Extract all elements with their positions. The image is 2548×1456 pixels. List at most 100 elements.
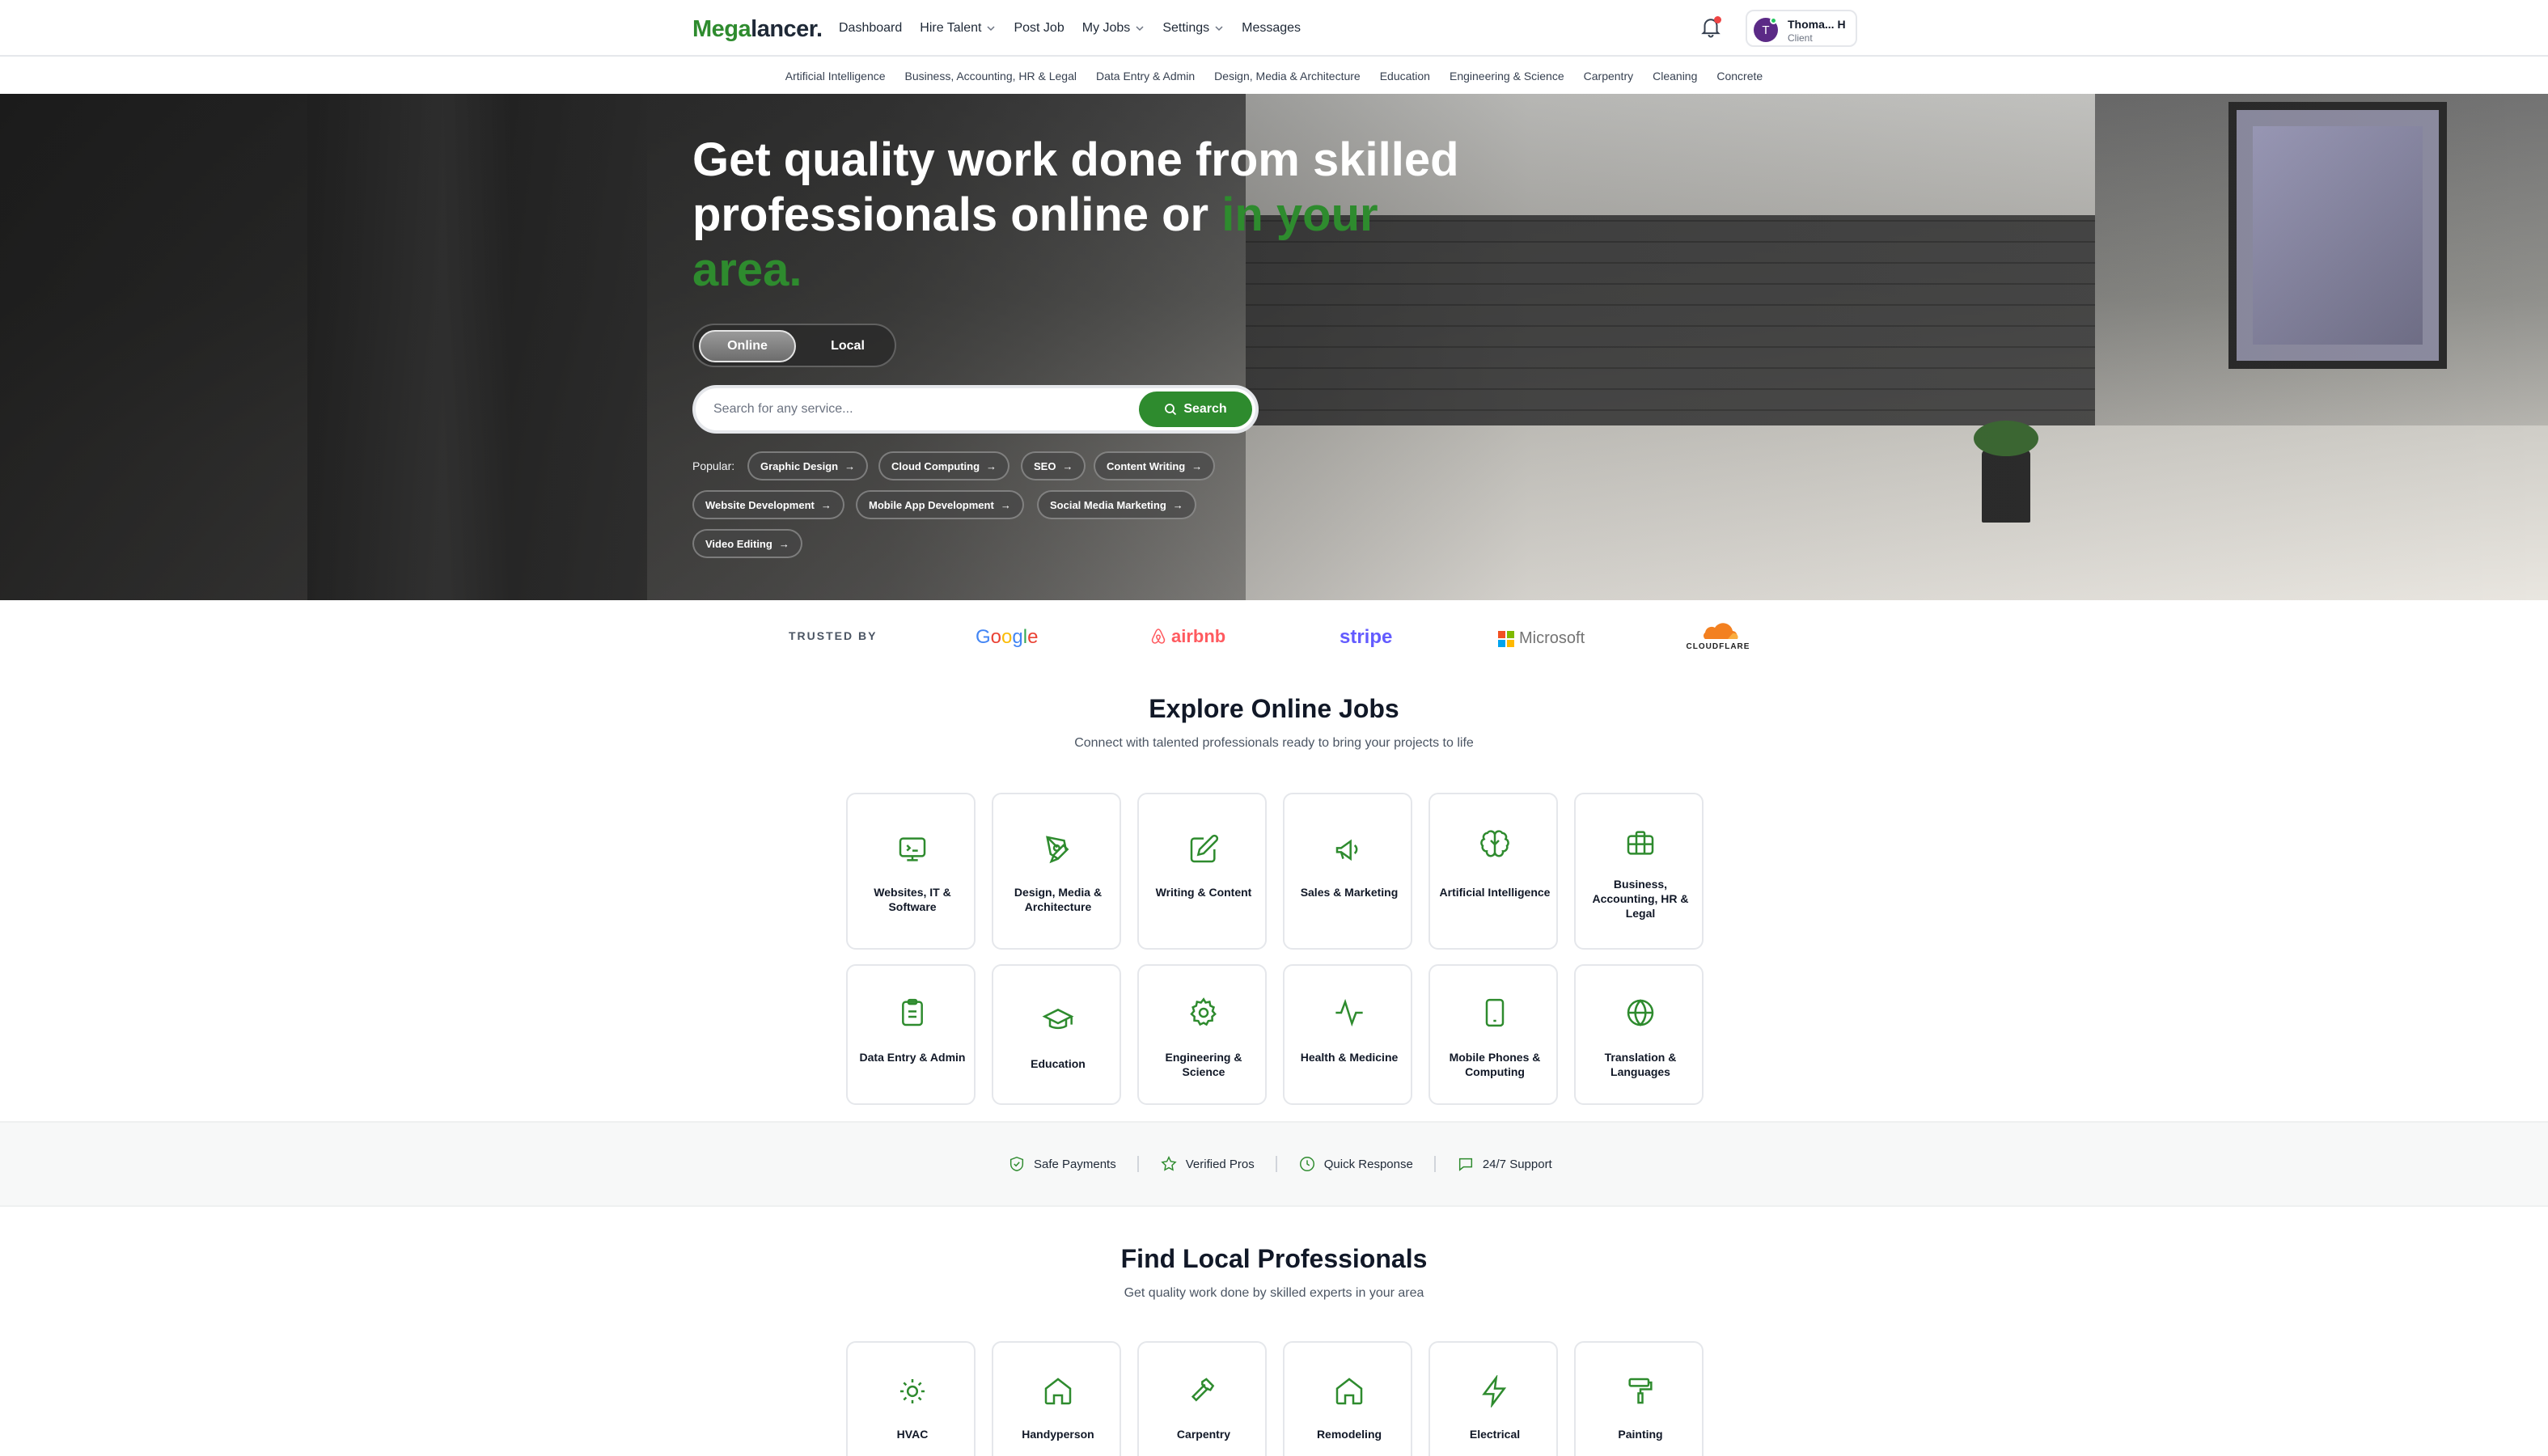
trusted-by-label: TRUSTED BY [789, 629, 878, 642]
arrow-right-icon: → [986, 459, 997, 472]
search-button[interactable]: Search [1139, 392, 1252, 427]
divider [1433, 1156, 1436, 1172]
nav-messages[interactable]: Messages [1242, 19, 1301, 37]
chevron-down-icon [1136, 26, 1144, 32]
job-category-card[interactable]: Writing & Content [1137, 793, 1267, 950]
nav-post-job[interactable]: Post Job [1014, 19, 1064, 37]
online-jobs-title: Explore Online Jobs [1149, 694, 1399, 723]
top-navbar: Megalancer. Dashboard Hire Talent Post J… [0, 0, 2548, 57]
gear-icon [1190, 997, 1217, 1026]
brand-name-part1: Mega [692, 16, 751, 42]
arrow-right-icon: → [820, 498, 832, 511]
arrow-right-icon: → [1000, 498, 1011, 511]
job-category-card[interactable]: Business, Accounting, HR & Legal [1574, 793, 1704, 950]
local-pro-card[interactable]: Handyperson [992, 1341, 1121, 1456]
stripe-logo: stripe [1340, 626, 1393, 648]
service-search: Search [692, 385, 1259, 434]
notifications-button[interactable] [1699, 15, 1723, 39]
nav-my-jobs[interactable]: My Jobs [1082, 19, 1145, 37]
google-logo: Google [976, 626, 1039, 648]
brand-logo[interactable]: Megalancer. [692, 16, 823, 43]
globe-icon [1627, 999, 1654, 1026]
popular-label: Popular: [692, 459, 735, 472]
local-pro-card[interactable]: Painting [1574, 1341, 1704, 1456]
nav-dashboard[interactable]: Dashboard [839, 19, 902, 37]
megaphone-icon [1335, 839, 1358, 861]
popular-tag[interactable]: Mobile App Development → [856, 490, 1024, 519]
smartphone-icon [1485, 998, 1505, 1027]
pen-tool-icon [1046, 836, 1069, 864]
local-pro-card[interactable]: Remodeling [1283, 1341, 1412, 1456]
home-icon [1335, 1378, 1363, 1405]
popular-tag[interactable]: Video Editing → [692, 529, 802, 558]
star-icon [1161, 1156, 1177, 1171]
job-category-card[interactable]: Health & Medicine [1283, 964, 1412, 1105]
local-pro-card[interactable]: Carpentry [1137, 1341, 1267, 1456]
divider [1136, 1156, 1139, 1172]
category-link[interactable]: Business, Accounting, HR & Legal [905, 70, 1077, 83]
trust-features-strip: Safe Payments Verified Pros Quick Respon… [0, 1121, 2548, 1207]
pulse-icon [1335, 998, 1363, 1027]
google-logo-letter: G [976, 626, 991, 648]
mode-toggle: Online Local [692, 324, 896, 367]
job-category-card[interactable]: Mobile Phones & Computing [1428, 964, 1558, 1105]
divider [1275, 1156, 1277, 1172]
trust-feature: Verified Pros [1160, 1155, 1255, 1173]
job-category-card[interactable]: Sales & Marketing [1283, 793, 1412, 950]
pencil-square-icon [1190, 834, 1219, 863]
popular-tag[interactable]: Social Media Marketing → [1037, 490, 1196, 519]
arrow-right-icon: → [1191, 459, 1203, 472]
job-category-card[interactable]: Websites, IT & Software [846, 793, 976, 950]
arrow-right-icon: → [778, 537, 789, 550]
notification-dot [1714, 16, 1721, 23]
popular-tag[interactable]: SEO → [1021, 451, 1086, 480]
category-link[interactable]: Education [1380, 70, 1430, 83]
search-input[interactable] [713, 396, 1118, 422]
toggle-local[interactable]: Local [799, 330, 896, 362]
category-link[interactable]: Cleaning [1653, 70, 1697, 83]
category-link[interactable]: Design, Media & Architecture [1214, 70, 1361, 83]
brand-name-part2: lancer. [751, 16, 823, 42]
search-icon [1165, 404, 1177, 416]
nav-hire-talent[interactable]: Hire Talent [920, 19, 996, 37]
popular-tag[interactable]: Website Development → [692, 490, 844, 519]
microsoft-icon [1498, 630, 1514, 647]
clock-icon [1299, 1157, 1314, 1171]
user-menu[interactable]: T Thoma... H Client [1746, 10, 1857, 47]
category-link[interactable]: Data Entry & Admin [1096, 70, 1195, 83]
nav-settings[interactable]: Settings [1162, 19, 1224, 37]
trust-feature: 24/7 Support [1457, 1155, 1552, 1173]
online-status-dot [1770, 17, 1777, 24]
category-link[interactable]: Engineering & Science [1450, 70, 1564, 83]
local-pros-title: Find Local Professionals [1120, 1244, 1428, 1273]
hero-headline: Get quality work done from skilled profe… [692, 133, 1459, 296]
chevron-down-icon [987, 26, 995, 32]
trust-feature: Quick Response [1298, 1155, 1413, 1173]
cloud-icon [1704, 623, 1738, 639]
arrow-right-icon: → [844, 459, 856, 472]
airbnb-logo: airbnb [1149, 626, 1225, 647]
popular-tag[interactable]: Graphic Design → [747, 451, 869, 480]
sun-icon [900, 1379, 925, 1403]
local-pros-subtitle: Get quality work done by skilled experts… [1124, 1286, 1424, 1300]
category-link[interactable]: Carpentry [1584, 70, 1633, 83]
job-category-card[interactable]: Engineering & Science [1137, 964, 1267, 1105]
job-category-card[interactable]: Education [992, 964, 1121, 1105]
local-pro-card[interactable]: Electrical [1428, 1341, 1558, 1456]
job-category-card[interactable]: Data Entry & Admin [846, 964, 976, 1105]
hammer-icon [1191, 1378, 1215, 1402]
category-link[interactable]: Concrete [1716, 70, 1763, 83]
microsoft-logo: Microsoft [1498, 629, 1585, 648]
toggle-online[interactable]: Online [699, 330, 796, 362]
local-pro-card[interactable]: HVAC [846, 1341, 976, 1456]
chevron-down-icon [1215, 26, 1223, 32]
job-category-card[interactable]: Design, Media & Architecture [992, 793, 1121, 950]
category-link[interactable]: Artificial Intelligence [785, 70, 886, 83]
main-nav: Dashboard Hire Talent Post Job My Jobs S… [839, 19, 1318, 37]
job-category-card[interactable]: Artificial Intelligence [1428, 793, 1558, 950]
popular-tag[interactable]: Content Writing → [1094, 451, 1216, 480]
job-category-card[interactable]: Translation & Languages [1574, 964, 1704, 1105]
online-jobs-subtitle: Connect with talented professionals read… [1074, 736, 1474, 750]
category-bar: Artificial Intelligence Business, Accoun… [0, 58, 2548, 94]
popular-tag[interactable]: Cloud Computing → [878, 451, 1010, 480]
